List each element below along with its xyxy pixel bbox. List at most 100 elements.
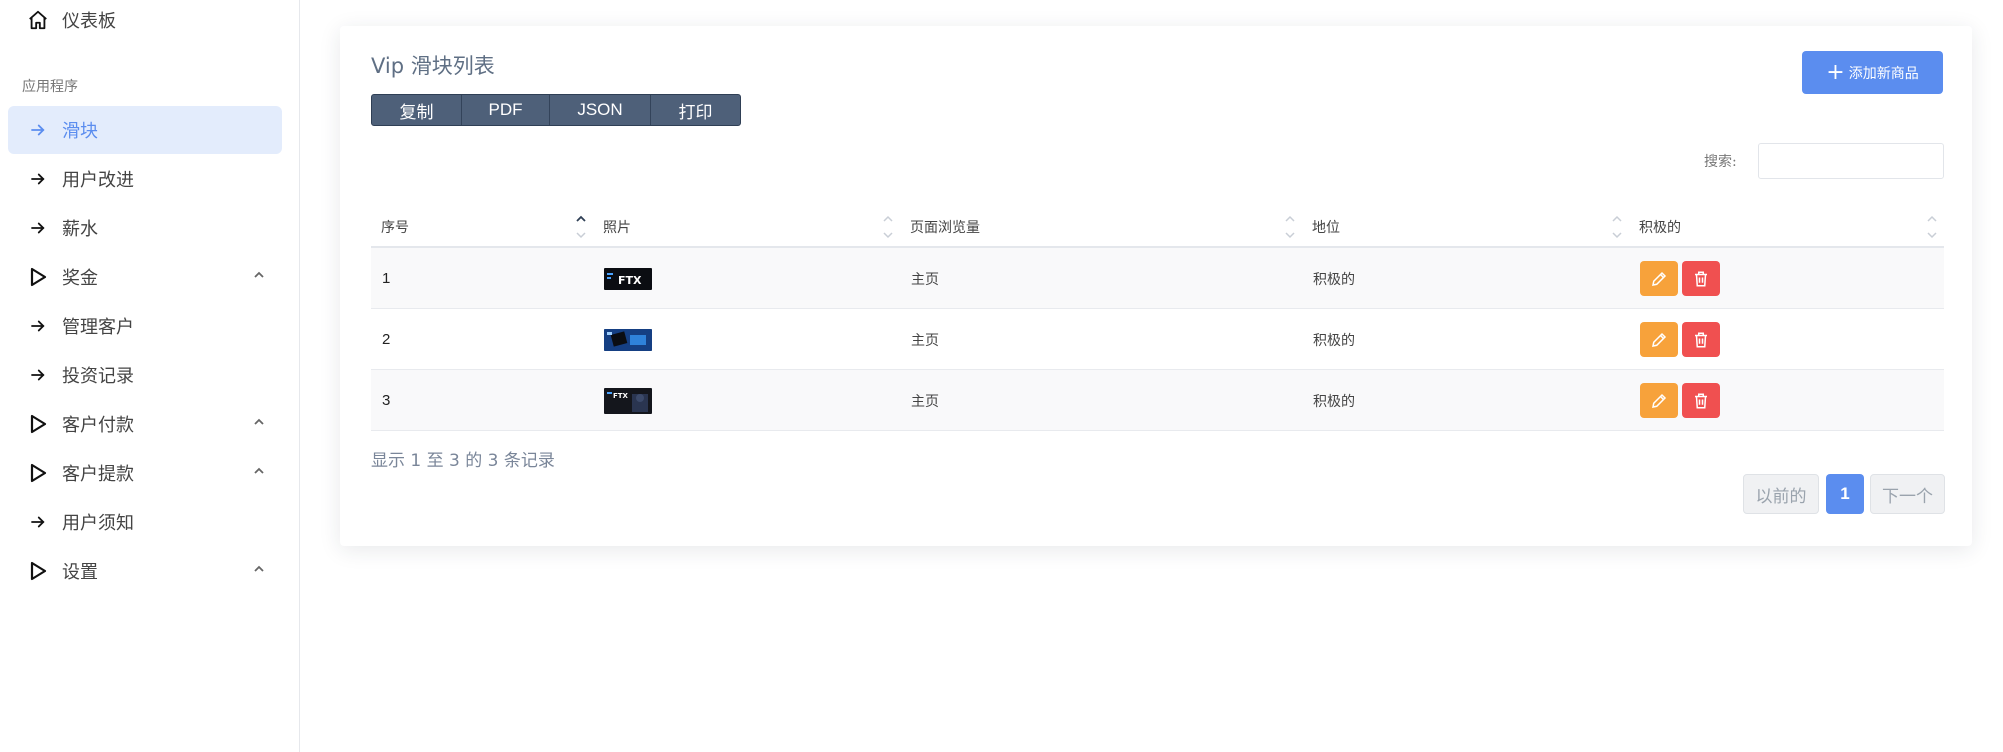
sidebar-item-label: 客户付款 [62, 415, 134, 436]
sidebar-item-label: 管理客户 [62, 317, 134, 338]
table-info: 显示 1 至 3 的 3 条记录 [371, 451, 555, 471]
json-button[interactable]: JSON [550, 95, 651, 125]
edit-button[interactable] [1640, 322, 1678, 357]
pencil-icon [1652, 271, 1667, 286]
slider-thumbnail-image [604, 328, 652, 351]
sidebar-item-user-improve[interactable]: 用户改进 [8, 155, 282, 203]
pencil-icon [1652, 393, 1667, 408]
print-button[interactable]: 打印 [651, 95, 740, 125]
sidebar-item-label: 客户提款 [62, 464, 134, 485]
trash-icon [1695, 271, 1707, 286]
svg-text:FTX: FTX [618, 274, 642, 287]
table-row: 2 主页 积极的 [371, 309, 1944, 370]
app-layout: 仪表板 应用程序 滑块 用户改进 薪水 奖金 管理客户 投资记录 客户付款 客户… [0, 0, 2003, 752]
delete-button[interactable] [1682, 383, 1720, 418]
sidebar-item-dashboard[interactable]: 仪表板 [8, 0, 282, 44]
header-photo[interactable]: 照片 [593, 206, 900, 248]
header-status[interactable]: 地位 [1302, 206, 1629, 248]
row-photo[interactable] [604, 309, 652, 370]
pencil-icon [1652, 332, 1667, 347]
pdf-button[interactable]: PDF [462, 95, 550, 125]
slider-thumbnail-image: FTX [604, 267, 652, 290]
row-actions [1640, 370, 1724, 431]
play-icon [8, 462, 62, 484]
sidebar-item-slider[interactable]: 滑块 [8, 106, 282, 154]
row-status: 积极的 [1313, 332, 1355, 349]
arrow-right-icon [8, 513, 62, 531]
sort-asc-icon [576, 215, 586, 239]
row-page: 主页 [911, 332, 939, 349]
add-item-button[interactable]: + 添加新商品 [1802, 51, 1943, 94]
sidebar-item-label: 仪表板 [62, 11, 116, 32]
table-header: 序号 照片 页面浏览量 地位 积极的 [371, 206, 1944, 248]
data-table: 序号 照片 页面浏览量 地位 积极的 1 FTX 主页 积极的 2 主页 积极的… [371, 206, 1944, 431]
trash-icon [1695, 393, 1707, 408]
sidebar-item-label: 投资记录 [62, 366, 134, 387]
sidebar-item-customer-withdrawals[interactable]: 客户提款 [8, 449, 282, 497]
chevron-up-icon [252, 267, 266, 286]
row-actions [1640, 248, 1724, 309]
row-status: 积极的 [1313, 271, 1355, 288]
sidebar-section-title: 应用程序 [22, 79, 78, 95]
sidebar-item-label: 设置 [62, 562, 98, 583]
play-icon [8, 413, 62, 435]
arrow-right-icon [8, 366, 62, 384]
sidebar-item-user-notice[interactable]: 用户须知 [8, 498, 282, 546]
svg-text:FTX: FTX [613, 392, 629, 400]
sidebar-item-label: 滑块 [62, 121, 98, 142]
slider-thumbnail-image: FTX [604, 387, 652, 414]
row-status: 积极的 [1313, 393, 1355, 410]
delete-button[interactable] [1682, 261, 1720, 296]
home-icon [8, 9, 62, 31]
pagination-next-button[interactable]: 下一个 [1870, 474, 1945, 514]
sidebar-item-settings[interactable]: 设置 [8, 547, 282, 595]
sidebar-item-customer-payments[interactable]: 客户付款 [8, 400, 282, 448]
trash-icon [1695, 332, 1707, 347]
table-row: 1 FTX 主页 积极的 [371, 248, 1944, 309]
row-photo[interactable]: FTX [604, 370, 652, 431]
page-title: Vip 滑块列表 [371, 54, 495, 78]
sidebar-item-investment-records[interactable]: 投资记录 [8, 351, 282, 399]
copy-button[interactable]: 复制 [372, 95, 462, 125]
arrow-right-icon [8, 317, 62, 335]
chevron-up-icon [252, 414, 266, 433]
header-page-views[interactable]: 页面浏览量 [900, 206, 1302, 248]
search-label: 搜索: [1704, 154, 1737, 170]
row-actions [1640, 309, 1724, 370]
slider-list-card: Vip 滑块列表 复制 PDF JSON 打印 + 添加新商品 搜索: 序号 照… [340, 26, 1972, 546]
row-id: 2 [382, 331, 391, 348]
sidebar-item-bonus[interactable]: 奖金 [8, 253, 282, 301]
arrow-right-icon [8, 170, 62, 188]
sidebar-item-salary[interactable]: 薪水 [8, 204, 282, 252]
sidebar-item-label: 用户改进 [62, 170, 134, 191]
arrow-right-icon [8, 121, 62, 139]
header-active[interactable]: 积极的 [1629, 206, 1944, 248]
sort-icon [1927, 215, 1937, 239]
sidebar-item-label: 奖金 [62, 268, 98, 289]
arrow-right-icon [8, 219, 62, 237]
delete-button[interactable] [1682, 322, 1720, 357]
row-id: 3 [382, 392, 391, 409]
search-input[interactable] [1758, 143, 1944, 179]
plus-icon: + [1826, 59, 1845, 85]
row-photo[interactable]: FTX [604, 248, 652, 309]
chevron-up-icon [252, 463, 266, 482]
edit-button[interactable] [1640, 383, 1678, 418]
pagination-page-1[interactable]: 1 [1826, 474, 1864, 514]
add-item-label: 添加新商品 [1848, 65, 1919, 82]
play-icon [8, 560, 62, 582]
export-button-group: 复制 PDF JSON 打印 [371, 94, 741, 126]
sort-icon [1285, 215, 1295, 239]
sidebar-item-label: 用户须知 [62, 513, 134, 534]
header-id[interactable]: 序号 [371, 206, 593, 248]
play-icon [8, 266, 62, 288]
sort-icon [883, 215, 893, 239]
sidebar-item-label: 薪水 [62, 219, 98, 240]
sidebar-item-manage-customers[interactable]: 管理客户 [8, 302, 282, 350]
row-page: 主页 [911, 393, 939, 410]
row-page: 主页 [911, 271, 939, 288]
edit-button[interactable] [1640, 261, 1678, 296]
pagination-prev-button[interactable]: 以前的 [1743, 474, 1819, 514]
chevron-up-icon [252, 561, 266, 580]
row-id: 1 [382, 270, 391, 287]
